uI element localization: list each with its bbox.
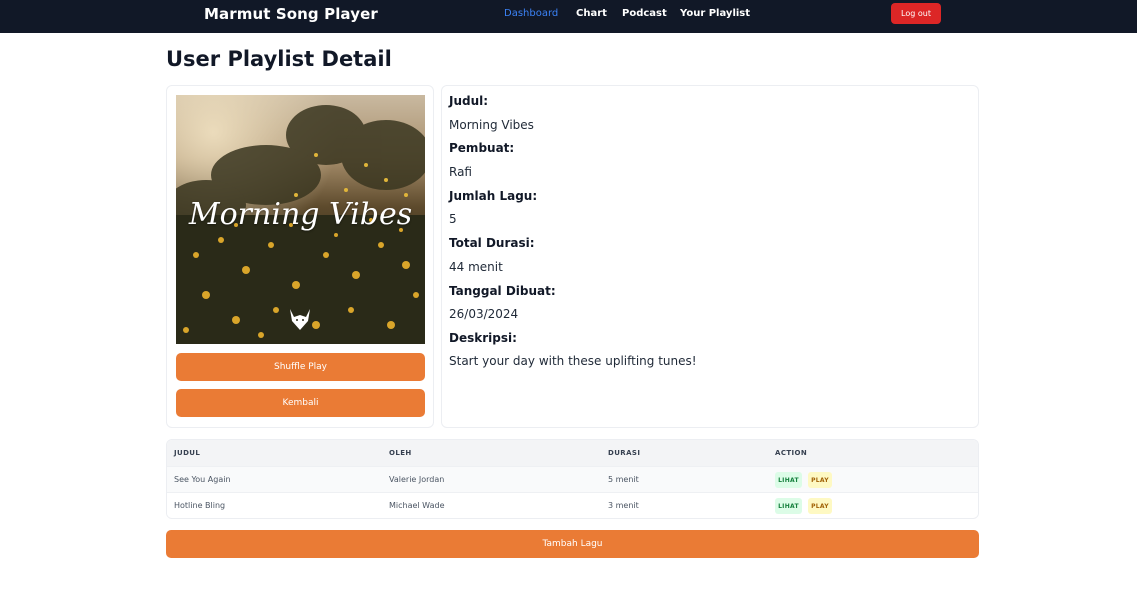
table-row: Hotline Bling Michael Wade 3 menit LIHAT…: [167, 492, 978, 518]
column-header-artist: OLEH: [389, 449, 412, 457]
nav-link-podcast[interactable]: Podcast: [622, 8, 667, 19]
add-song-button[interactable]: Tambah Lagu: [166, 530, 979, 558]
playlist-details-card: [441, 85, 979, 428]
column-header-duration: DURASI: [608, 449, 641, 457]
detail-label-created-date: Tanggal Dibuat:: [449, 284, 556, 298]
detail-label-total-duration: Total Durasi:: [449, 236, 535, 250]
nav-link-chart[interactable]: Chart: [576, 8, 607, 19]
songs-table: JUDUL OLEH DURASI ACTION See You Again V…: [166, 439, 979, 519]
column-header-title: JUDUL: [174, 449, 201, 457]
nav-link-your-playlist[interactable]: Your Playlist: [680, 8, 750, 19]
detail-value-total-duration: 44 menit: [449, 260, 503, 274]
song-duration: 5 menit: [608, 475, 639, 484]
detail-value-created-date: 26/03/2024: [449, 307, 519, 321]
song-duration: 3 menit: [608, 501, 639, 510]
play-song-button[interactable]: PLAY: [808, 498, 832, 514]
playlist-cover-image: Morning Vibes: [176, 95, 425, 344]
column-header-action: ACTION: [775, 449, 808, 457]
song-title: See You Again: [174, 475, 231, 484]
page-title: User Playlist Detail: [166, 47, 392, 71]
view-song-button[interactable]: LIHAT: [775, 472, 802, 488]
detail-value-title: Morning Vibes: [449, 118, 534, 132]
logout-button[interactable]: Log out: [891, 3, 941, 24]
detail-value-song-count: 5: [449, 212, 457, 226]
detail-value-creator: Rafi: [449, 165, 472, 179]
navbar: Marmut Song Player Dashboard Chart Podca…: [0, 0, 1137, 33]
detail-label-description: Deskripsi:: [449, 331, 517, 345]
back-button[interactable]: Kembali: [176, 389, 425, 417]
view-song-button[interactable]: LIHAT: [775, 498, 802, 514]
table-row: See You Again Valerie Jordan 5 menit LIH…: [167, 466, 978, 492]
detail-value-description: Start your day with these uplifting tune…: [449, 354, 697, 368]
cover-script-text: Morning Vibes: [188, 197, 413, 232]
brand-title[interactable]: Marmut Song Player: [204, 5, 378, 23]
shuffle-play-button[interactable]: Shuffle Play: [176, 353, 425, 381]
nav-link-dashboard[interactable]: Dashboard: [504, 8, 558, 19]
song-artist: Valerie Jordan: [389, 475, 445, 484]
song-artist: Michael Wade: [389, 501, 445, 510]
detail-label-title: Judul:: [449, 94, 489, 108]
detail-label-creator: Pembuat:: [449, 141, 515, 155]
play-song-button[interactable]: PLAY: [808, 472, 832, 488]
song-title: Hotline Bling: [174, 501, 226, 510]
table-header: JUDUL OLEH DURASI ACTION: [167, 440, 978, 466]
detail-label-song-count: Jumlah Lagu:: [449, 189, 538, 203]
